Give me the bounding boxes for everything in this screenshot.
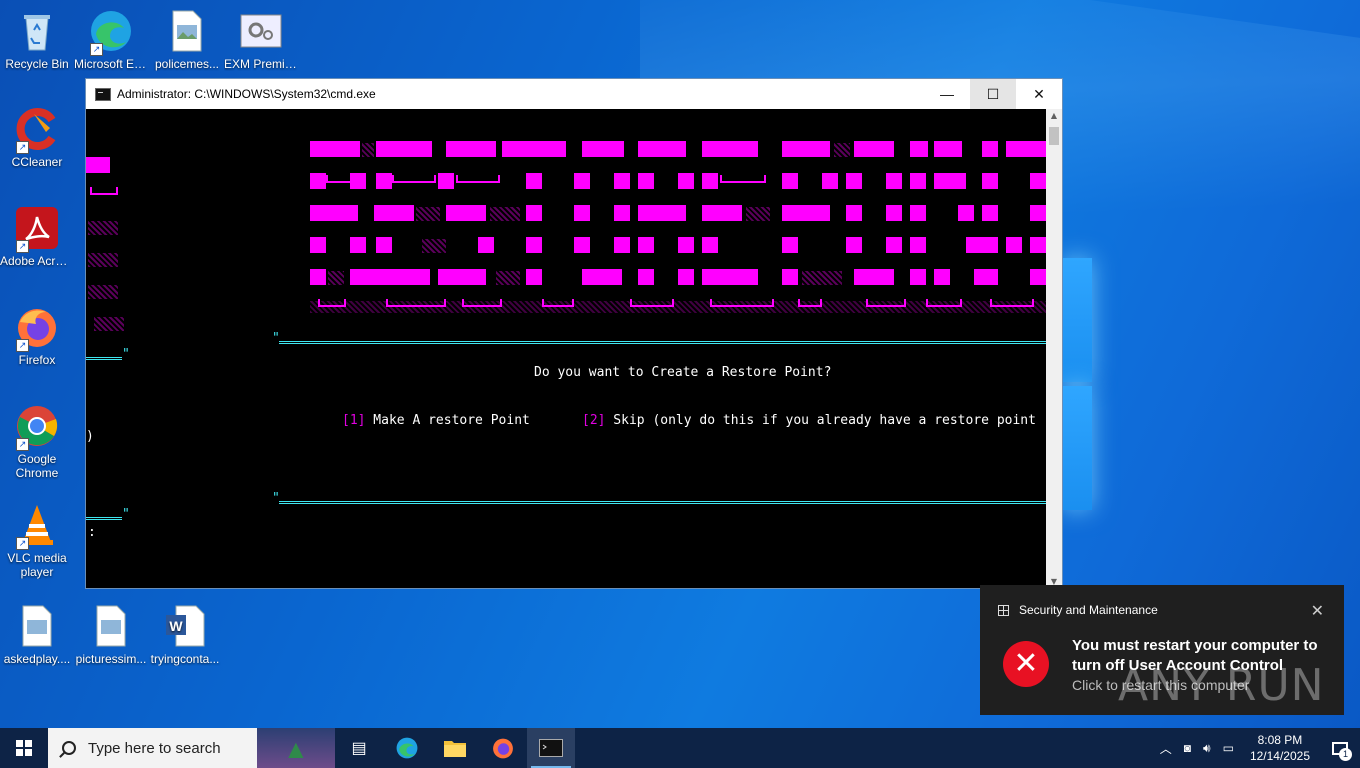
volume-icon[interactable]: 🔊︎ [1203,741,1211,756]
image-file-icon [14,603,60,649]
network-icon[interactable]: ▭ [1223,741,1234,755]
desktop-icon-acrobat[interactable]: ↗ Adobe Acrobat [0,205,74,268]
maximize-icon: ☐ [986,85,1000,102]
close-icon: ✕ [1033,85,1045,102]
close-button[interactable]: ✕ [1016,79,1062,109]
desktop-icon-label: tryingconta... [150,652,220,666]
task-view-icon: ▤ [351,740,367,757]
settings-app-icon [238,8,284,54]
separator-quote: " [122,347,130,362]
close-icon[interactable]: ✕ [1311,601,1324,621]
vertical-scrollbar[interactable]: ▲ ▼ [1046,109,1062,589]
separator-line [279,501,1047,504]
action-center-button[interactable]: 1 [1320,728,1360,768]
search-highlight-image [257,728,335,768]
wallpaper-windows-logo [1062,258,1094,510]
taskbar-cmd[interactable] [527,728,575,768]
firefox-icon: ↗ [14,304,60,352]
desktop-icon-file[interactable]: askedplay.... [0,603,74,666]
window-title: Administrator: C:\WINDOWS\System32\cmd.e… [117,87,376,101]
anyrun-watermark: ANY RUN [1118,660,1325,711]
firefox-icon [493,738,513,759]
desktop-icon-vlc[interactable]: ↗ VLC media player [0,502,74,579]
desktop-icon-chrome[interactable]: ↗ Google Chrome [0,403,74,480]
desktop-icon-label: Recycle Bin [5,57,69,71]
separator-line [279,341,1047,344]
desktop-icon-label: EXM Premium... [224,57,298,71]
chevron-up-icon[interactable]: ︿ [1160,740,1172,757]
minimize-icon: — [940,86,954,102]
desktop-icon-word-doc[interactable]: W tryingconta... [148,603,222,666]
image-file-icon [164,8,210,54]
separator-line [86,357,122,360]
task-view-button[interactable]: ▤ [335,728,383,768]
option-number: [2] [582,413,606,428]
clock-date: 12/14/2025 [1249,749,1310,763]
start-button[interactable] [0,728,48,768]
wrapped-text: ) [86,429,94,444]
desktop-icon-label: askedplay.... [3,652,71,666]
desktop-icon-file[interactable]: picturessim... [74,603,148,666]
folder-icon [444,741,466,757]
svg-text:W: W [169,618,183,634]
separator-line [86,517,122,520]
restore-question: Do you want to Create a Restore Point? [534,365,832,380]
notification-count-badge: 1 [1339,748,1352,761]
vlc-icon: ↗ [14,502,60,550]
terminal-output[interactable]: " " Do you want to Create a Restore Poin… [86,109,1047,589]
edge-icon: ↗ [88,8,134,56]
desktop-icon-exm[interactable]: EXM Premium... [224,8,298,71]
acrobat-icon: ↗ [14,205,60,253]
option-skip[interactable]: [2] Skip (only do this if you already ha… [582,413,1036,428]
taskbar-firefox[interactable] [479,728,527,768]
search-placeholder: Type here to search [88,739,221,757]
taskbar-clock[interactable]: 8:08 PM 12/14/2025 [1250,732,1310,764]
desktop-icon-edge[interactable]: ↗ Microsoft Edge [74,8,148,71]
desktop-icon-recycle-bin[interactable]: Recycle Bin [0,8,74,71]
desktop-icon-label: Microsoft Edge [74,57,148,71]
option-make-restore-point[interactable]: [1] Make A restore Point [342,413,530,428]
desktop-icon-file[interactable]: policemes... [150,8,224,71]
desktop-icon-label: picturessim... [75,652,147,666]
window-titlebar[interactable]: Administrator: C:\WINDOWS\System32\cmd.e… [86,79,1062,109]
error-icon: ✕ [1003,641,1049,687]
edge-icon [396,737,418,759]
system-tray: ︿ ◙ 🔊︎ ▭ 8:08 PM 12/14/2025 1 [1154,728,1360,768]
meet-now-icon[interactable]: ◙ [1184,741,1191,755]
clock-time: 8:08 PM [1257,733,1303,747]
recycle-bin-icon [14,8,60,54]
taskbar-edge[interactable] [383,728,431,768]
taskbar: Type here to search ▤ ︿ ◙ 🔊︎ ▭ 8:08 PM 1… [0,728,1360,768]
chrome-icon: ↗ [14,403,60,451]
cmd-window[interactable]: Administrator: C:\WINDOWS\System32\cmd.e… [85,78,1063,589]
maximize-button[interactable]: ☐ [970,79,1016,109]
desktop-icon-label: Adobe Acrobat [0,254,74,268]
cmd-icon [539,739,563,757]
security-maintenance-icon [998,604,1009,616]
desktop-icon-label: VLC media player [7,551,67,579]
desktop-icon-label: Google Chrome [15,452,59,480]
notification-app-name: Security and Maintenance [1019,603,1158,617]
desktop-icon-label: policemes... [154,57,220,71]
windows-start-icon [16,740,32,756]
scroll-thumb[interactable] [1049,127,1059,145]
desktop-icon-label: Firefox [18,353,56,367]
separator-quote: " [122,507,130,522]
option-number: [1] [342,413,366,428]
taskbar-file-explorer[interactable] [431,728,479,768]
image-file-icon [88,603,134,649]
scroll-up-icon[interactable]: ▲ [1046,109,1062,123]
option-label: Skip (only do this if you already have a… [605,413,1036,428]
input-prompt[interactable]: : [88,525,96,540]
minimize-button[interactable]: — [924,79,970,109]
desktop-icon-firefox[interactable]: ↗ Firefox [0,304,74,367]
search-icon [62,741,76,755]
cmd-icon [95,87,111,101]
option-label: Make A restore Point [365,413,530,428]
desktop-icon-ccleaner[interactable]: ↗ CCleaner [0,106,74,169]
ccleaner-icon: ↗ [14,106,60,154]
taskbar-search-box[interactable]: Type here to search [48,728,335,768]
desktop-icon-label: CCleaner [11,155,63,169]
word-document-icon: W [162,603,208,649]
